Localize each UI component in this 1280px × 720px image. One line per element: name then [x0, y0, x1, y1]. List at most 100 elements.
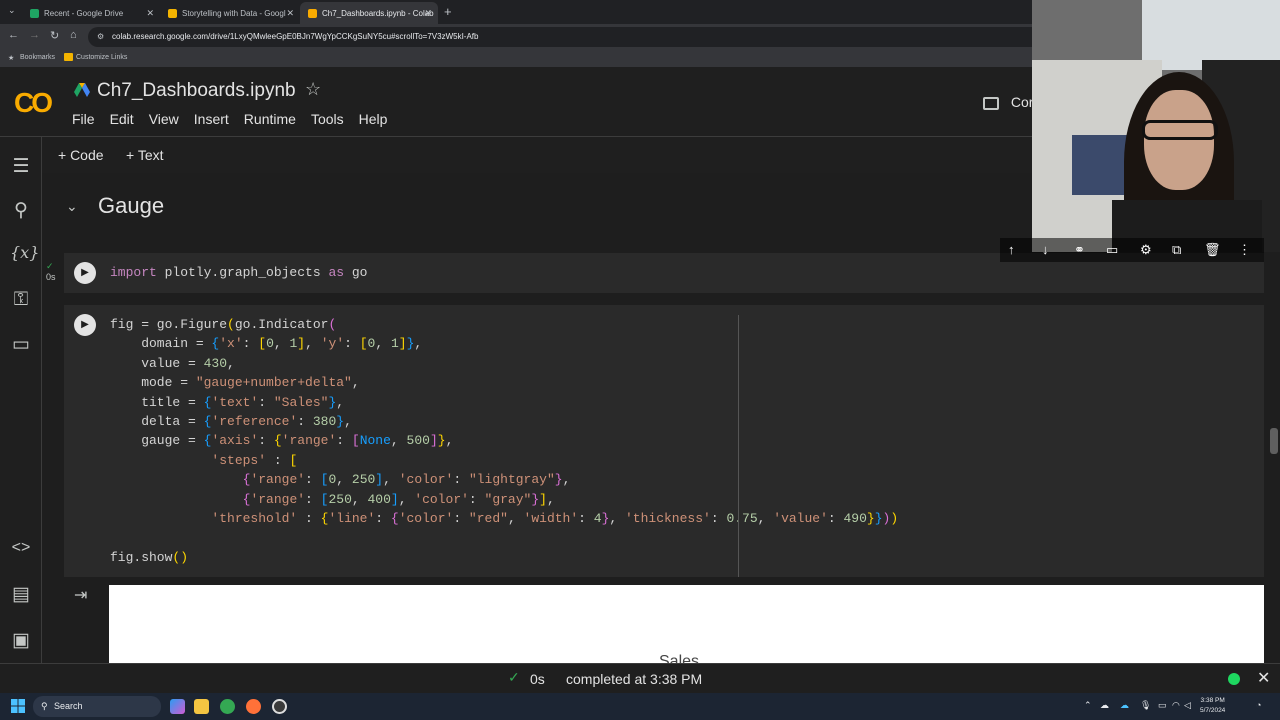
comment-icon: [983, 96, 999, 110]
comment-button[interactable]: Cor: [983, 94, 1033, 110]
menu-bar: File Edit View Insert Runtime Tools Help: [72, 111, 402, 127]
taskbar-clock[interactable]: 3:38 PM 5/7/2024: [1200, 696, 1225, 716]
colab-logo[interactable]: CO: [14, 87, 53, 119]
webcam-video: [1032, 0, 1280, 252]
bookmark-bookmarks[interactable]: Bookmarks: [20, 54, 55, 61]
run-cell-button[interactable]: ▶: [74, 314, 96, 336]
more-icon[interactable]: ⋮: [1238, 242, 1251, 258]
new-tab-button[interactable]: +: [444, 4, 452, 19]
taskbar-search[interactable]: ⚲ Search: [33, 696, 161, 717]
wifi-icon[interactable]: ◠: [1172, 700, 1180, 711]
tab-google-drive[interactable]: Recent - Google Drive ✕: [22, 2, 160, 24]
slides-favicon-icon: [168, 8, 177, 18]
code-editor[interactable]: import plotly.graph_objects as go: [110, 263, 367, 282]
menu-tools[interactable]: Tools: [311, 111, 344, 127]
cell-toolbar: ↑ ↓ ⚭ ▭ ⚙ ⧉ 🗑 ⋮: [1000, 238, 1264, 262]
status-check-icon: ✓: [508, 669, 520, 685]
reload-icon[interactable]: ↻: [50, 29, 59, 42]
terminal-icon[interactable]: ▣: [10, 629, 32, 652]
copilot-app-icon[interactable]: [170, 699, 185, 714]
onedrive-icon[interactable]: ☁: [1100, 700, 1109, 711]
mic-icon[interactable]: 🎙: [1140, 700, 1151, 711]
colab-favicon-icon: [308, 8, 317, 18]
code-editor[interactable]: fig = go.Figure(go.Indicator( domain = {…: [110, 315, 898, 567]
delete-icon[interactable]: 🗑: [1204, 242, 1221, 258]
books: [1072, 135, 1132, 195]
close-status-icon[interactable]: ✕: [1257, 668, 1270, 688]
secrets-icon[interactable]: ⚿: [10, 289, 32, 311]
status-message[interactable]: completed at 3:38 PM: [566, 671, 702, 687]
notebook-title[interactable]: Ch7_Dashboards.ipynb: [97, 80, 296, 102]
output-actions-icon[interactable]: ⇥: [74, 585, 87, 605]
status-bar: ✓ 0s completed at 3:38 PM ✕: [0, 663, 1280, 693]
site-info-icon[interactable]: ⚙: [97, 27, 104, 47]
notifications-icon[interactable]: ◔: [1256, 700, 1261, 710]
move-down-icon[interactable]: ↓: [1042, 242, 1049, 257]
tab-title: Recent - Google Drive: [44, 8, 124, 18]
cloud-sync-icon[interactable]: ☁: [1120, 700, 1129, 711]
bookmark-folder-icon: [64, 53, 73, 61]
close-tab-icon[interactable]: ✕: [146, 8, 154, 19]
link-icon[interactable]: ⚭: [1074, 242, 1085, 258]
scrollbar-thumb[interactable]: [1270, 428, 1278, 454]
tab-title: Ch7_Dashboards.ipynb - Colab: [322, 8, 434, 18]
windows-start-icon[interactable]: [11, 699, 25, 713]
menu-help[interactable]: Help: [359, 111, 388, 127]
run-cell-button[interactable]: ▶: [74, 262, 96, 284]
gauge-title-text: Sales: [659, 653, 700, 663]
google-drive-icon[interactable]: [74, 83, 90, 97]
network-icon[interactable]: ▭: [1158, 700, 1167, 711]
url-text: colab.research.google.com/drive/1LxyQMwl…: [112, 32, 479, 41]
menu-file[interactable]: File: [72, 111, 95, 127]
close-tab-icon[interactable]: ✕: [424, 8, 432, 19]
menu-insert[interactable]: Insert: [194, 111, 229, 127]
url-field[interactable]: ⚙ colab.research.google.com/drive/1LxyQM…: [88, 27, 1118, 47]
move-up-icon[interactable]: ↑: [1008, 242, 1015, 257]
search-placeholder: Search: [54, 701, 83, 711]
menu-view[interactable]: View: [149, 111, 179, 127]
tray-overflow-icon[interactable]: ⌃: [1084, 700, 1092, 711]
menu-runtime[interactable]: Runtime: [244, 111, 296, 127]
comment-label: Cor: [1010, 94, 1034, 110]
tab-colab-notebook[interactable]: Ch7_Dashboards.ipynb - Colab ✕: [300, 2, 438, 24]
toc-icon[interactable]: ☰: [10, 155, 32, 178]
cell-output: Sales: [109, 585, 1264, 663]
variables-icon[interactable]: {x}: [10, 243, 39, 262]
mirror-icon[interactable]: ⧉: [1172, 242, 1181, 258]
star-icon[interactable]: ☆: [305, 79, 321, 100]
back-icon[interactable]: ←: [8, 29, 19, 41]
clock-time: 3:38 PM: [1200, 697, 1225, 704]
forward-icon[interactable]: →: [29, 29, 40, 41]
add-code-cell-button[interactable]: + Code: [58, 147, 104, 163]
file-explorer-icon[interactable]: [194, 699, 209, 714]
comment-icon[interactable]: ▭: [1106, 242, 1118, 258]
command-palette-icon[interactable]: ▤: [10, 583, 32, 606]
search-icon[interactable]: ⚲: [10, 199, 32, 222]
windows-taskbar: ⚲ Search ⌃ ☁ ☁ 🎙 ▭ ◠ ◁ 3:38 PM 5/7/2024 …: [0, 693, 1280, 720]
home-icon[interactable]: ⌂: [70, 29, 77, 41]
obs-icon[interactable]: [272, 699, 287, 714]
cell-exec-status: ✓ 0s: [46, 261, 56, 283]
clock-date: 5/7/2024: [1200, 707, 1226, 714]
tab-list-chevron-icon[interactable]: ⌄: [8, 5, 16, 16]
bookmark-customize-links[interactable]: Customize Links: [76, 54, 127, 61]
tab-storytelling[interactable]: Storytelling with Data - Googl ✕: [160, 2, 300, 24]
exec-check-icon: ✓: [46, 261, 54, 271]
code-cell-gauge[interactable]: ▶ fig = go.Figure(go.Indicator( domain =…: [64, 305, 1264, 577]
files-icon[interactable]: ▭: [10, 333, 32, 356]
drive-favicon-icon: [30, 8, 39, 18]
code-ruler-line: [738, 315, 739, 577]
search-icon: ⚲: [41, 701, 48, 711]
close-tab-icon[interactable]: ✕: [286, 8, 294, 19]
section-heading: Gauge: [98, 193, 165, 218]
code-snippets-icon[interactable]: <>: [10, 539, 32, 557]
volume-icon[interactable]: ◁: [1184, 700, 1191, 711]
firefox-icon[interactable]: [246, 699, 261, 714]
add-text-cell-button[interactable]: + Text: [126, 147, 164, 163]
glasses: [1142, 120, 1218, 140]
left-sidebar: ☰ ⚲ {x} ⚿ ▭ <> ▤ ▣: [0, 137, 42, 663]
menu-edit[interactable]: Edit: [110, 111, 134, 127]
settings-icon[interactable]: ⚙: [1140, 242, 1152, 258]
chrome-icon[interactable]: [220, 699, 235, 714]
collapse-section-icon[interactable]: ⌄: [66, 198, 78, 215]
